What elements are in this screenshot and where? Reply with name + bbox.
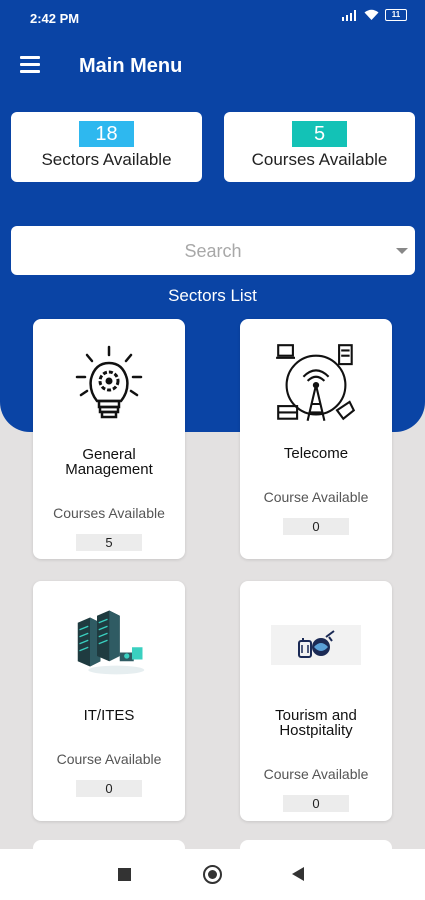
status-icons: 11 — [342, 9, 407, 21]
sector-card-general-management[interactable]: General Management Courses Available 5 — [33, 319, 185, 559]
wifi-icon — [364, 9, 379, 20]
courses-available-card: 5 Courses Available — [224, 112, 415, 182]
courses-count: 5 — [292, 121, 347, 147]
status-time: 2:42 PM — [30, 11, 80, 26]
sector-name: IT/ITES — [83, 707, 135, 724]
menu-icon[interactable] — [20, 56, 42, 74]
recents-button[interactable] — [118, 868, 131, 881]
travel-icon — [271, 625, 361, 665]
sector-card-it-ites[interactable]: IT/ITES Course Available 0 — [33, 581, 185, 821]
sectors-available-card: 18 Sectors Available — [11, 112, 202, 182]
telecom-tower-icon — [276, 344, 356, 422]
sector-sub: Courses Available — [53, 505, 165, 521]
sectors-list-title: Sectors List — [168, 286, 257, 305]
sectors-label: Sectors Available — [41, 150, 172, 169]
courses-label: Courses Available — [251, 150, 388, 169]
app-bar: Main Menu — [0, 44, 425, 92]
sectors-count: 18 — [79, 121, 134, 147]
lightbulb-gear-icon — [75, 345, 143, 419]
sector-name: Telecome — [283, 445, 349, 462]
battery-icon: 11 — [385, 9, 407, 21]
sector-card-telecome[interactable]: Telecome Course Available 0 — [240, 319, 392, 559]
sector-count: 0 — [283, 518, 349, 535]
search-placeholder: Search — [184, 241, 242, 261]
sector-name: General Management — [65, 446, 153, 478]
dropdown-arrow-icon[interactable] — [396, 248, 408, 254]
signal-icon — [342, 9, 356, 21]
sector-count: 0 — [283, 795, 349, 812]
sector-card-tourism[interactable]: Tourism and Hostpitality Course Availabl… — [240, 581, 392, 821]
search-dropdown[interactable]: Search — [11, 226, 415, 275]
server-rack-icon — [77, 610, 145, 675]
sector-count: 0 — [76, 780, 142, 797]
system-nav-bar — [0, 849, 425, 900]
sector-name: Tourism and Hostpitality — [275, 707, 357, 739]
status-bar: 2:42 PM 11 — [0, 0, 425, 36]
sector-sub: Course Available — [56, 751, 162, 767]
back-button[interactable] — [292, 867, 304, 881]
sector-count: 5 — [76, 534, 142, 551]
sector-sub: Course Available — [263, 489, 369, 505]
page-title: Main Menu — [79, 55, 183, 77]
sector-sub: Course Available — [263, 766, 369, 782]
home-button[interactable] — [203, 865, 222, 884]
